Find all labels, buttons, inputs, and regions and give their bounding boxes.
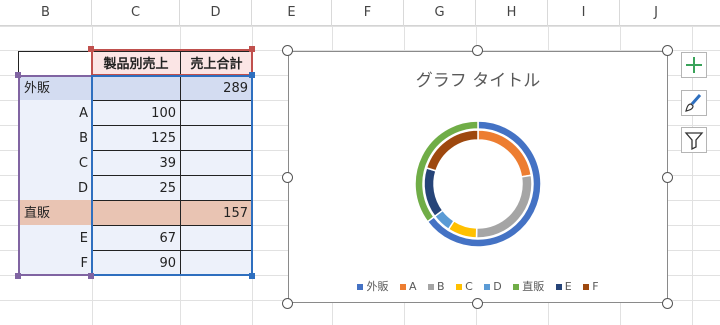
column-header-b[interactable]: B <box>0 0 92 26</box>
range-handle[interactable] <box>88 273 94 279</box>
chart-styles-icon <box>685 94 702 112</box>
column-header-c[interactable]: C <box>92 0 180 26</box>
value-range-highlight <box>91 75 253 276</box>
legend-item-external[interactable]: 外販 <box>357 278 388 294</box>
slice-inner-A[interactable] <box>477 129 533 178</box>
chart-elements-button[interactable] <box>681 52 707 78</box>
legend-item-a[interactable]: A <box>399 280 417 293</box>
legend-swatch <box>583 284 590 290</box>
legend-swatch <box>357 284 364 290</box>
category-range-highlight <box>18 75 93 276</box>
doughnut-chart[interactable]: グラフ タイトル 外販 A B C D 直販 E F <box>288 51 668 303</box>
column-header-h[interactable]: H <box>476 0 548 26</box>
resize-handle-top-left[interactable] <box>282 45 293 56</box>
resize-handle-top[interactable] <box>472 45 483 56</box>
legend-item-direct[interactable]: 直販 <box>513 278 544 294</box>
column-header-d[interactable]: D <box>180 0 252 26</box>
range-handle[interactable] <box>15 72 21 78</box>
range-handle[interactable] <box>15 273 21 279</box>
legend-swatch <box>428 284 435 290</box>
column-header-j[interactable]: J <box>620 0 692 26</box>
range-handle[interactable] <box>249 273 255 279</box>
column-header-f[interactable]: F <box>332 0 404 26</box>
chart-styles-button[interactable] <box>681 90 707 116</box>
legend-swatch <box>513 284 520 290</box>
resize-handle-right[interactable] <box>662 172 673 183</box>
column-header-i[interactable]: I <box>548 0 620 26</box>
blank-header-cell[interactable] <box>18 51 92 76</box>
range-handle[interactable] <box>249 72 255 78</box>
column-header-g[interactable]: G <box>404 0 476 26</box>
chart-elements-icon <box>686 57 702 73</box>
resize-handle-top-right[interactable] <box>662 45 673 56</box>
legend-item-e[interactable]: E <box>555 280 572 293</box>
legend-item-b[interactable]: B <box>428 280 445 293</box>
legend-swatch <box>555 284 562 290</box>
resize-handle-bottom-left[interactable] <box>282 298 293 309</box>
legend-swatch <box>399 284 406 290</box>
legend-swatch <box>484 284 491 290</box>
resize-handle-bottom[interactable] <box>472 298 483 309</box>
doughnut-plot-area[interactable] <box>289 52 669 304</box>
range-handle[interactable] <box>88 46 94 52</box>
legend-swatch <box>456 284 463 290</box>
column-header-e[interactable]: E <box>252 0 332 26</box>
legend-item-c[interactable]: C <box>456 280 473 293</box>
chart-filters-icon <box>684 132 704 151</box>
legend-item-d[interactable]: D <box>484 280 502 293</box>
range-handle[interactable] <box>249 46 255 52</box>
resize-handle-left[interactable] <box>282 172 293 183</box>
legend-item-f[interactable]: F <box>583 280 599 293</box>
chart-legend[interactable]: 外販 A B C D 直販 E F <box>289 278 667 294</box>
slice-inner-B[interactable] <box>475 174 533 239</box>
resize-handle-bottom-right[interactable] <box>662 298 673 309</box>
chart-filters-button[interactable] <box>681 127 707 153</box>
series-name-range-highlight <box>91 49 253 76</box>
column-header-bar: B C D E F G H I J <box>0 0 720 26</box>
